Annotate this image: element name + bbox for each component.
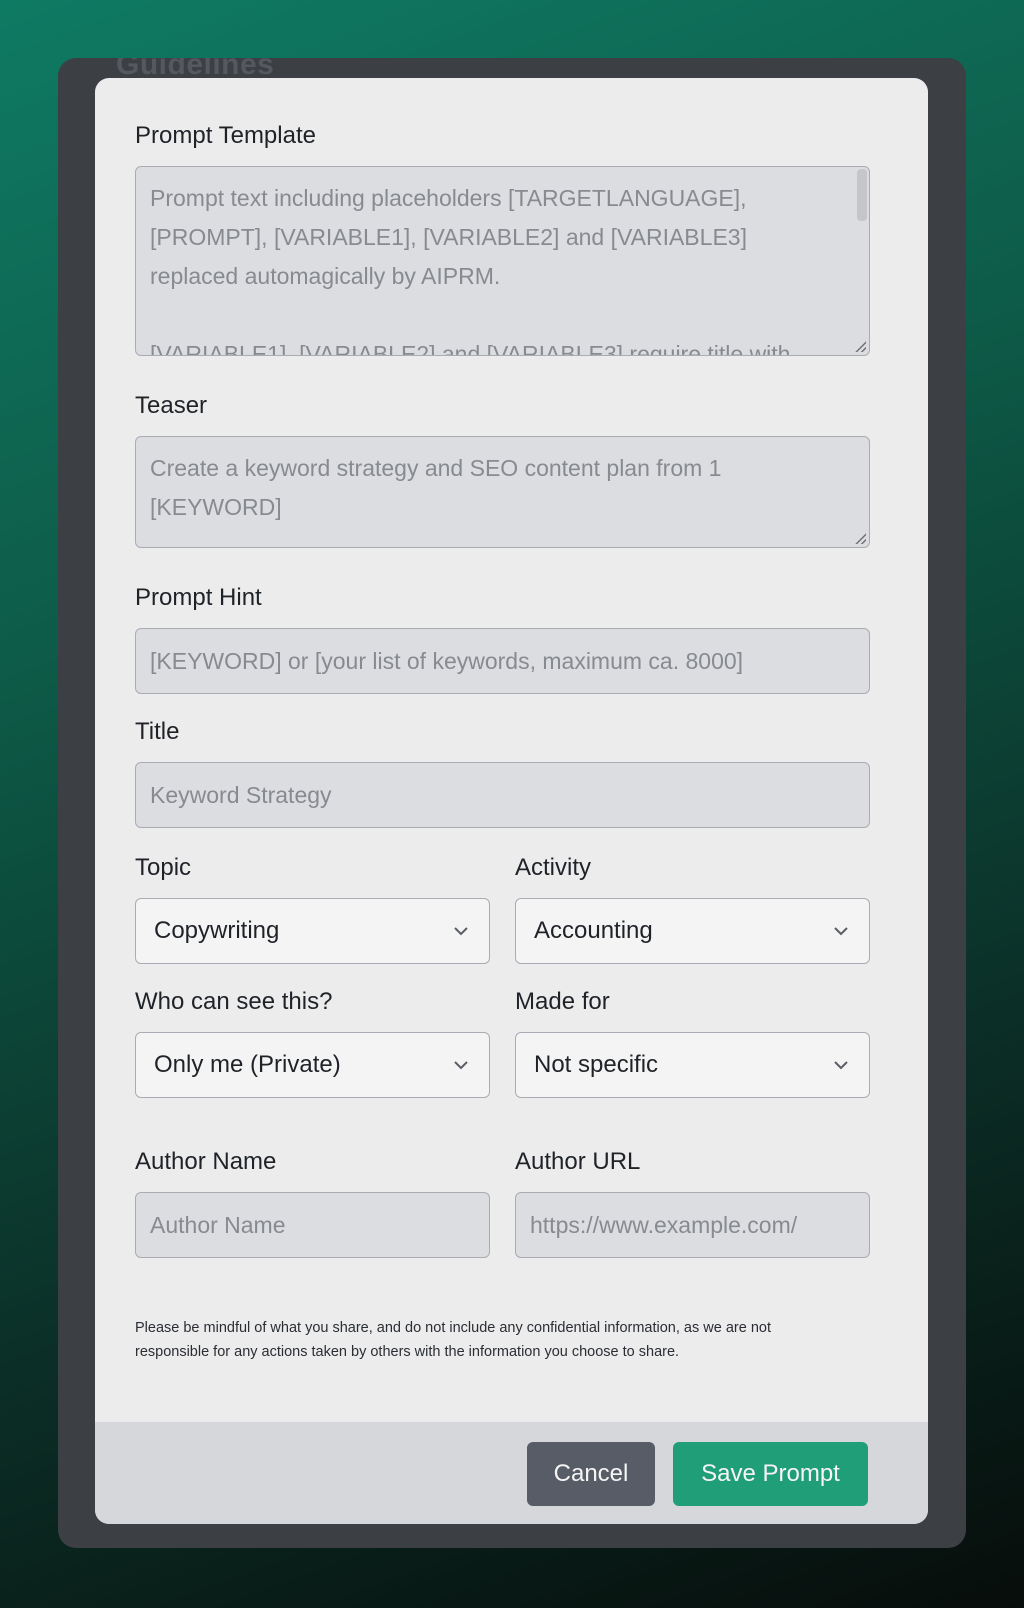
prompt-template-label: Prompt Template (135, 122, 316, 149)
prompt-template-placeholder-line: [VARIABLE1], [VARIABLE2] and [VARIABLE3]… (150, 341, 791, 356)
resize-handle-icon[interactable] (854, 532, 866, 544)
disclaimer-line: responsible for any actions taken by oth… (135, 1344, 680, 1360)
cancel-button[interactable]: Cancel (527, 1442, 655, 1506)
made-for-label: Made for (515, 988, 610, 1015)
chevron-down-icon (454, 1061, 468, 1070)
prompt-template-placeholder-line: replaced automagically by AIPRM. (150, 263, 501, 289)
visibility-select[interactable]: Only me (Private) (135, 1032, 490, 1098)
title-label: Title (135, 718, 180, 745)
teaser-placeholder-line: [KEYWORD] (150, 494, 282, 520)
visibility-selected-value: Only me (Private) (154, 1051, 341, 1078)
chevron-down-icon (834, 927, 848, 936)
teaser-textarea[interactable]: Create a keyword strategy and SEO conten… (135, 436, 870, 548)
prompt-hint-input[interactable]: [KEYWORD] or [your list of keywords, max… (135, 628, 870, 694)
topic-selected-value: Copywriting (154, 917, 280, 944)
prompt-hint-label: Prompt Hint (135, 584, 262, 611)
author-url-label: Author URL (515, 1148, 641, 1175)
title-placeholder: Keyword Strategy (150, 782, 332, 808)
author-name-input[interactable]: Author Name (135, 1192, 490, 1258)
save-prompt-button[interactable]: Save Prompt (673, 1442, 868, 1506)
topic-select[interactable]: Copywriting (135, 898, 490, 964)
modal-footer: Cancel Save Prompt (95, 1422, 928, 1524)
activity-label: Activity (515, 854, 592, 881)
prompt-template-placeholder-line: Prompt text including placeholders [TARG… (150, 185, 747, 211)
author-name-placeholder: Author Name (150, 1212, 286, 1238)
visibility-label: Who can see this? (135, 988, 333, 1015)
made-for-select[interactable]: Not specific (515, 1032, 870, 1098)
made-for-selected-value: Not specific (534, 1051, 659, 1078)
privacy-disclaimer: Please be mindful of what you share, and… (135, 1316, 855, 1364)
topic-label: Topic (135, 854, 192, 881)
disclaimer-line: Please be mindful of what you share, and… (135, 1320, 771, 1336)
author-url-placeholder: https://www.example.com/ (530, 1212, 798, 1238)
textarea-scrollbar[interactable] (857, 169, 867, 221)
title-input[interactable]: Keyword Strategy (135, 762, 870, 828)
teaser-placeholder-line: Create a keyword strategy and SEO conten… (150, 455, 722, 481)
add-prompt-modal: Prompt Template Prompt text including pl… (95, 78, 928, 1524)
activity-select[interactable]: Accounting (515, 898, 870, 964)
prompt-template-textarea[interactable]: Prompt text including placeholders [TARG… (135, 166, 870, 356)
chevron-down-icon (834, 1061, 848, 1070)
author-name-label: Author Name (135, 1148, 277, 1175)
resize-handle-icon[interactable] (854, 340, 866, 352)
author-url-input[interactable]: https://www.example.com/ (515, 1192, 870, 1258)
teaser-label: Teaser (135, 392, 208, 419)
activity-selected-value: Accounting (534, 917, 653, 944)
prompt-hint-placeholder: [KEYWORD] or [your list of keywords, max… (150, 648, 744, 674)
chevron-down-icon (454, 927, 468, 936)
prompt-template-placeholder-line (150, 296, 855, 335)
prompt-template-placeholder-line: [PROMPT], [VARIABLE1], [VARIABLE2] and [… (150, 224, 747, 250)
